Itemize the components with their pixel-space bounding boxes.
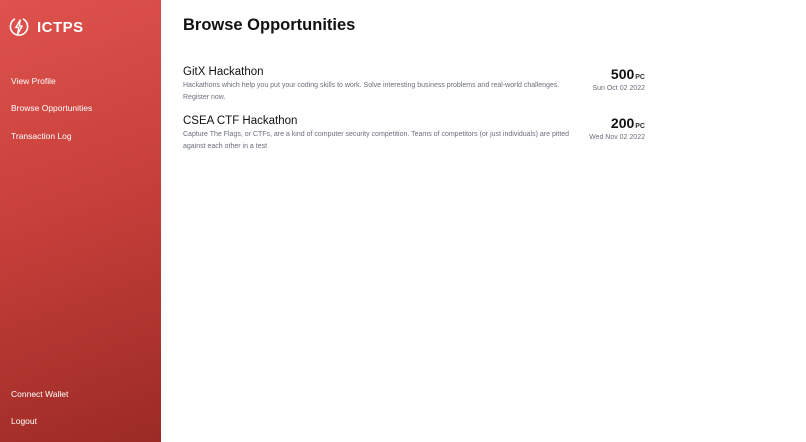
brand[interactable]: ICTPS (8, 15, 84, 39)
reward-amount: 200 (610, 115, 635, 131)
main-content: Browse Opportunities GitX Hackathon Hack… (161, 0, 806, 442)
reward-unit: PC (635, 123, 645, 130)
sidebar-item-browse-opportunities[interactable]: Browse Opportunities (11, 103, 92, 113)
page-title: Browse Opportunities (183, 16, 356, 34)
reward-amount: 500 (610, 66, 635, 82)
opportunity-title: GitX Hackathon (183, 66, 264, 78)
opportunity-date: Sun Oct 02 2022 (592, 85, 645, 92)
lightning-circle-icon (8, 16, 30, 38)
opportunity-card[interactable]: GitX Hackathon Hackathons which help you… (183, 66, 645, 106)
sidebar-item-view-profile[interactable]: View Profile (11, 76, 56, 86)
app-root: ICTPS View Profile Browse Opportunities … (0, 0, 806, 442)
reward-unit: PC (635, 74, 645, 81)
opportunity-reward: 200PC (611, 115, 645, 133)
sidebar: ICTPS View Profile Browse Opportunities … (0, 0, 161, 442)
app-name: ICTPS (37, 18, 84, 36)
opportunity-title: CSEA CTF Hackathon (183, 115, 298, 127)
sidebar-item-logout[interactable]: Logout (11, 416, 37, 426)
sidebar-item-transaction-log[interactable]: Transaction Log (11, 131, 72, 141)
opportunity-reward: 500PC (611, 66, 645, 84)
sidebar-item-connect-wallet[interactable]: Connect Wallet (11, 389, 68, 399)
opportunity-description: Hackathons which help you put your codin… (183, 82, 560, 101)
opportunity-card[interactable]: CSEA CTF Hackathon Capture The Flags, or… (183, 115, 645, 155)
opportunity-date: Wed Nov 02 2022 (589, 134, 645, 141)
opportunity-description: Capture The Flags, or CTFs, are a kind o… (183, 131, 570, 150)
